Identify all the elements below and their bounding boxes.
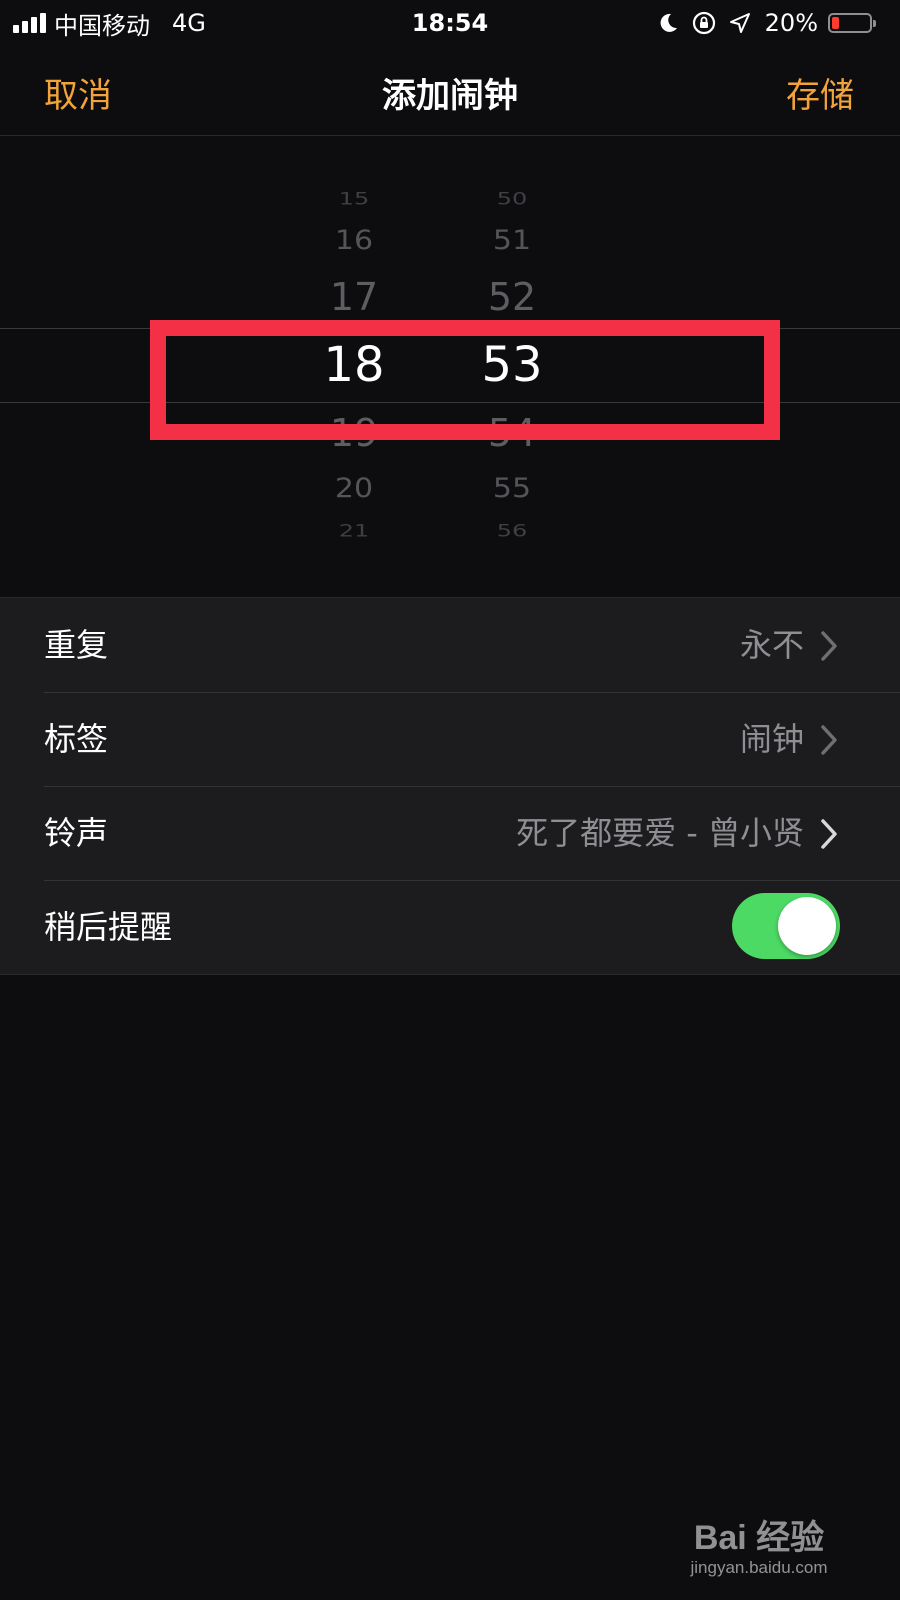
sound-label: 铃声 (44, 814, 109, 852)
snooze-toggle[interactable] (732, 893, 840, 959)
hour-option[interactable]: 15 (294, 191, 414, 208)
minute-option[interactable]: 52 (452, 278, 572, 316)
alarm-settings-list: 重复 永不 标签 闹钟 铃声 死了都要爱 - 曾小贤 稍后提醒 (0, 597, 900, 975)
label-value: 闹钟 (739, 720, 804, 758)
hour-option[interactable]: 17 (294, 278, 414, 316)
battery-icon (828, 13, 876, 33)
minute-option[interactable]: 55 (452, 475, 572, 502)
nav-bar: 取消 添加闹钟 存储 (0, 46, 900, 136)
page-title: 添加闹钟 (382, 76, 518, 116)
battery-percent: 20% (764, 9, 818, 37)
hour-option[interactable]: 16 (294, 227, 414, 254)
repeat-label: 重复 (44, 626, 109, 664)
chevron-right-icon (821, 725, 837, 755)
chevron-right-icon (821, 631, 837, 661)
time-picker: 15 16 17 18 19 20 21 50 51 52 53 54 55 56 (0, 137, 900, 597)
selection-highlight-box (150, 320, 780, 440)
baidu-jingyan-watermark: Bai 经验 jingyan.baidu.com (674, 1518, 844, 1578)
moon-icon (655, 10, 681, 36)
status-bar: 中国移动 4G 18:54 20% (0, 0, 900, 46)
sound-row[interactable]: 铃声 死了都要爱 - 曾小贤 (0, 786, 900, 880)
sound-value: 死了都要爱 - 曾小贤 (516, 814, 804, 852)
status-right: 20% (655, 6, 876, 40)
repeat-row[interactable]: 重复 永不 (0, 598, 900, 692)
label-row[interactable]: 标签 闹钟 (0, 692, 900, 786)
snooze-row: 稍后提醒 (0, 880, 900, 974)
hour-option[interactable]: 21 (294, 523, 414, 540)
watermark-url: jingyan.baidu.com (690, 1558, 828, 1577)
toggle-knob (778, 897, 836, 955)
snooze-label: 稍后提醒 (44, 908, 173, 946)
minute-option[interactable]: 51 (452, 227, 572, 254)
minute-option[interactable]: 56 (452, 523, 572, 540)
watermark-logo: Bai 经验 (693, 1519, 825, 1557)
chevron-right-icon (821, 819, 837, 849)
label-label: 标签 (44, 720, 109, 758)
repeat-value: 永不 (739, 626, 804, 664)
location-arrow-icon (727, 10, 753, 36)
rotation-lock-icon (691, 10, 717, 36)
battery-fill (832, 17, 839, 29)
hour-option[interactable]: 20 (294, 475, 414, 502)
minute-option[interactable]: 50 (452, 191, 572, 208)
save-button[interactable]: 存储 (786, 68, 854, 117)
